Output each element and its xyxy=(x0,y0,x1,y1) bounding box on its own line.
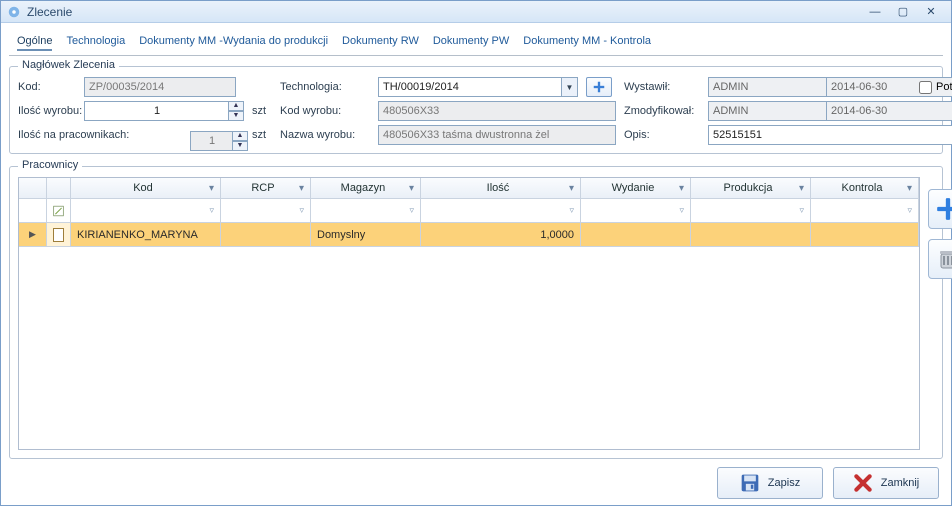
tabstrip: Ogólne Technologia Dokumenty MM -Wydania… xyxy=(9,29,943,56)
spinner-ilosc-wyrobu[interactable]: ▲▼ xyxy=(84,101,244,121)
filter-icon[interactable]: ▾ xyxy=(409,183,414,194)
col-wydanie[interactable]: Wydanie xyxy=(587,182,679,194)
filter-icon[interactable]: ▿ xyxy=(209,205,214,216)
label-nazwa-wyrobu: Nazwa wyrobu: xyxy=(280,129,370,141)
tab-dokumenty-mm-kontrola[interactable]: Dokumenty MM - Kontrola xyxy=(523,33,651,51)
spin-down-icon: ▼ xyxy=(232,141,248,151)
minimize-button[interactable]: — xyxy=(861,4,889,20)
table-row[interactable]: ▶ KIRIANENKO_MARYNA Domyslny 1,0000 xyxy=(19,223,919,247)
fieldset-header: Nagłówek Zlecenia Kod: Technologia: ▼ Wy… xyxy=(9,66,943,154)
unit-szt-2: szt xyxy=(252,129,272,141)
row-checkbox[interactable] xyxy=(53,228,64,242)
close-icon xyxy=(853,473,873,493)
close-button-label: Zamknij xyxy=(881,477,920,489)
filter-icon[interactable]: ▾ xyxy=(679,183,684,194)
label-potwierdzony: Potwierdzony xyxy=(936,81,952,93)
cell-magazyn[interactable]: Domyslny xyxy=(311,223,421,247)
label-ilosc-wyrobu: Ilość wyrobu: xyxy=(18,105,76,117)
save-button[interactable]: Zapisz xyxy=(717,467,823,499)
spin-up-icon[interactable]: ▲ xyxy=(228,101,244,111)
cell-produkcja[interactable] xyxy=(691,223,811,247)
label-kod-wyrobu: Kod wyrobu: xyxy=(280,105,370,117)
cell-wydanie[interactable] xyxy=(581,223,691,247)
field-ilosc-wyrobu[interactable] xyxy=(84,101,244,121)
tab-ogolne[interactable]: Ogólne xyxy=(17,33,52,51)
checkbox-potwierdzony[interactable] xyxy=(919,81,932,94)
close-window-button[interactable]: ✕ xyxy=(917,4,945,20)
field-nazwa-wyrobu xyxy=(378,125,616,145)
field-zmodyfikowal-date xyxy=(826,101,952,121)
cell-kod[interactable]: KIRIANENKO_MARYNA xyxy=(71,223,221,247)
col-rcp[interactable]: RCP xyxy=(227,182,299,194)
col-kod[interactable]: Kod xyxy=(77,182,209,194)
delete-row-button[interactable] xyxy=(928,239,952,279)
tab-dokumenty-pw[interactable]: Dokumenty PW xyxy=(433,33,509,51)
col-ilosc[interactable]: Ilość xyxy=(427,182,569,194)
spin-up-icon: ▲ xyxy=(232,131,248,141)
filter-icon[interactable]: ▾ xyxy=(299,183,304,194)
field-opis[interactable] xyxy=(708,125,952,145)
save-button-label: Zapisz xyxy=(768,477,800,489)
filter-icon[interactable]: ▿ xyxy=(299,205,304,216)
row-indicator-icon: ▶ xyxy=(19,223,47,247)
tab-technologia[interactable]: Technologia xyxy=(66,33,125,51)
filter-icon[interactable]: ▿ xyxy=(569,205,574,216)
grid-filter-row[interactable]: ▿ ▿ ▿ ▿ ▿ ▿ ▿ xyxy=(19,199,919,223)
label-technologia: Technologia: xyxy=(280,81,370,93)
grid-empty-area xyxy=(19,247,919,449)
filter-icon[interactable]: ▾ xyxy=(907,183,912,194)
tab-dokumenty-rw[interactable]: Dokumenty RW xyxy=(342,33,419,51)
unit-szt-1: szt xyxy=(252,105,272,117)
field-kod-wyrobu xyxy=(378,101,616,121)
tab-dokumenty-mm-wydania[interactable]: Dokumenty MM -Wydania do produkcji xyxy=(139,33,328,51)
filter-icon[interactable]: ▿ xyxy=(907,205,912,216)
add-row-button[interactable] xyxy=(928,189,952,229)
col-magazyn[interactable]: Magazyn xyxy=(317,182,409,194)
filter-edit-icon[interactable] xyxy=(47,199,71,223)
grid-header: Kod▾ RCP▾ Magazyn▾ Ilość▾ Wydanie▾ Produ… xyxy=(19,178,919,199)
label-wystawil: Wystawił: xyxy=(624,81,700,93)
cell-ilosc[interactable]: 1,0000 xyxy=(421,223,581,247)
label-opis: Opis: xyxy=(624,129,700,141)
workers-grid[interactable]: Kod▾ RCP▾ Magazyn▾ Ilość▾ Wydanie▾ Produ… xyxy=(18,177,920,450)
window-title: Zlecenie xyxy=(27,5,861,19)
filter-icon[interactable]: ▿ xyxy=(799,205,804,216)
filter-icon[interactable]: ▾ xyxy=(209,183,214,194)
workers-legend: Pracownicy xyxy=(18,159,82,171)
filter-icon[interactable]: ▾ xyxy=(799,183,804,194)
gear-icon xyxy=(7,5,21,19)
label-zmodyfikowal: Zmodyfikował: xyxy=(624,105,700,117)
spinner-ilosc-na-pracownikach: ▲▼ xyxy=(190,131,248,151)
filter-icon[interactable]: ▿ xyxy=(409,205,414,216)
add-technologia-button[interactable] xyxy=(586,77,612,97)
fieldset-workers: Pracownicy Kod▾ RCP▾ Magazyn▾ Ilość▾ Wyd… xyxy=(9,166,943,459)
field-technologia[interactable] xyxy=(378,77,578,97)
col-kontrola[interactable]: Kontrola xyxy=(817,182,907,194)
label-kod: Kod: xyxy=(18,81,76,93)
spin-down-icon[interactable]: ▼ xyxy=(228,111,244,121)
chevron-down-icon[interactable]: ▼ xyxy=(561,78,577,96)
combo-technologia[interactable]: ▼ xyxy=(378,77,578,97)
maximize-button[interactable]: ▢ xyxy=(889,4,917,20)
filter-icon[interactable]: ▿ xyxy=(679,205,684,216)
cell-kontrola[interactable] xyxy=(811,223,919,247)
titlebar: Zlecenie — ▢ ✕ xyxy=(1,1,951,23)
header-legend: Nagłówek Zlecenia xyxy=(18,59,119,71)
filter-icon[interactable]: ▾ xyxy=(569,183,574,194)
field-kod xyxy=(84,77,236,97)
cell-rcp[interactable] xyxy=(221,223,311,247)
floppy-icon xyxy=(740,473,760,493)
col-produkcja[interactable]: Produkcja xyxy=(697,182,799,194)
close-button[interactable]: Zamknij xyxy=(833,467,939,499)
